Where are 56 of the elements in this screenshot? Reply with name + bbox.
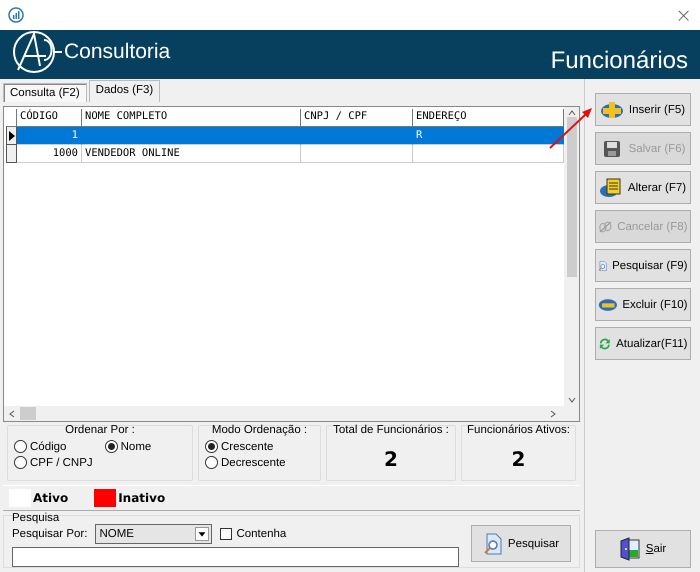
stat-value: 2 [383,447,399,471]
action-button[interactable]: Excluir (F10) [594,288,690,321]
vertical-scrollbar[interactable] [564,107,579,406]
app-icon [8,6,24,23]
action-button[interactable]: Inserir (F5) [594,93,690,126]
table-cell: VENDEDOR ONLINE [82,145,301,163]
scrollbar-thumb[interactable] [566,116,576,276]
notepad-icon [598,178,623,198]
chevron-icon[interactable] [568,396,576,404]
radio-option[interactable]: Código [14,440,93,453]
contains-checkbox[interactable] [220,528,232,540]
table-cell: R [413,127,564,145]
scrollbar-thumb[interactable] [20,407,36,420]
action-button[interactable]: Atualizar(F11) [594,327,690,360]
current-row-icon [8,130,14,140]
exit-button[interactable]: Sair [594,530,690,568]
action-button[interactable]: Alterar (F7) [594,171,690,204]
column-header[interactable]: ENDEREÇO [413,109,564,127]
close-button[interactable]: × [675,2,692,27]
action-button[interactable]: Pesquisar (F9) [594,249,690,282]
chevron-icon[interactable] [8,410,16,418]
brand-name: Consultoria [64,40,170,64]
checkbox-label: Contenha [236,528,286,540]
search-button[interactable]: Pesquisar [471,525,571,562]
column-header[interactable]: CÓDIGO [17,109,82,127]
group-title: Pesquisa [12,512,60,524]
door-icon [618,537,641,561]
tab[interactable]: Consulta (F2) [3,83,87,102]
group-title: Modo Ordenação : [210,424,308,436]
table-cell: 1 [17,127,82,145]
column-header[interactable]: NOME COMPLETO [82,109,301,127]
stat-title: Total de Funcionários : [332,424,450,436]
radio-option[interactable]: Nome [104,440,152,453]
stat-title: Funcionários Ativos: [466,424,571,436]
stat-value: 2 [510,447,526,471]
search-input[interactable] [12,547,459,567]
chevron-icon[interactable] [568,109,576,117]
table-cell: 1000 [17,145,82,163]
row-indicator[interactable] [6,127,17,145]
field-label: Pesquisar Por: [12,528,88,540]
header-corner [6,109,17,127]
legend-label: Ativo [33,491,68,505]
chevron-icon[interactable] [549,410,557,418]
row-indicator[interactable] [6,145,17,163]
column-header[interactable]: CNPJ / CPF [301,109,413,127]
radio-option[interactable]: CPF / CNPJ [14,456,93,469]
group-title: Ordenar Por : [64,424,136,436]
document-search-icon [482,532,503,554]
horizontal-scrollbar[interactable] [4,406,579,421]
tab[interactable]: Dados (F3) [88,80,160,102]
legend-label: Inativo [118,491,166,505]
search-by-dropdown[interactable]: NOME [95,524,212,544]
page-title: Funcionários [550,47,688,75]
radio-option[interactable]: Crescente [205,440,286,453]
radio-option[interactable]: Decrescente [205,456,286,469]
plus-icon [600,100,624,120]
